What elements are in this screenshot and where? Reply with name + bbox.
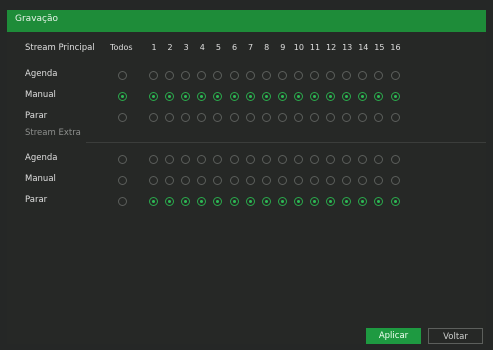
radio-agenda-ch9[interactable] [277,71,287,80]
radio-all-parar[interactable] [118,197,127,206]
radio-agenda-ch16[interactable] [390,71,400,80]
radio-agenda-ch7[interactable] [245,155,255,164]
radio-all-parar[interactable] [118,113,127,122]
radio-parar-ch11[interactable] [310,113,319,122]
channel-header-6: 6 [231,43,238,52]
radio-manual-ch6[interactable] [229,176,239,185]
radio-manual-ch1[interactable] [149,176,158,185]
channel-header-10: 10 [293,43,304,52]
radio-agenda-ch8[interactable] [261,155,271,164]
radio-manual-ch10[interactable] [293,92,303,101]
apply-button[interactable]: Aplicar [366,328,421,344]
radio-agenda-ch10[interactable] [293,71,303,80]
channel-header-15: 15 [374,43,385,52]
radio-manual-ch11[interactable] [310,176,319,185]
radio-agenda-ch11[interactable] [310,71,319,80]
channel-header-7: 7 [248,43,254,52]
radio-parar-ch10[interactable] [293,113,303,122]
radio-agenda-ch9[interactable] [277,155,287,164]
radio-agenda-ch8[interactable] [261,71,271,80]
radio-parar-ch1[interactable] [149,197,158,206]
radio-agenda-ch6[interactable] [229,155,239,164]
row-label-parar: Parar [25,111,48,121]
radio-agenda-ch1[interactable] [149,71,158,80]
channel-header-9: 9 [280,43,286,52]
main-stream-label: Stream Principal [25,43,95,53]
title-bar: Gravação [7,10,486,32]
channel-header-1: 1 [151,43,157,52]
radio-parar-ch8[interactable] [261,113,271,122]
row-label-manual: Manual [25,90,56,100]
channel-header-16: 16 [390,43,401,52]
radio-manual-ch8[interactable] [261,176,271,185]
radio-parar-ch9[interactable] [277,113,287,122]
radio-manual-ch7[interactable] [245,176,255,185]
radio-manual-ch16[interactable] [390,176,400,185]
radio-manual-ch1[interactable] [149,92,158,101]
radio-parar-ch6[interactable] [229,113,239,122]
radio-all-agenda[interactable] [118,155,127,164]
radio-all-agenda[interactable] [118,71,127,80]
window-title: Gravação [15,14,59,24]
radio-parar-ch11[interactable] [310,197,319,206]
channel-header-4: 4 [199,43,205,52]
radio-parar-ch1[interactable] [149,113,158,122]
radio-parar-ch7[interactable] [245,197,255,206]
back-button[interactable]: Voltar [428,328,483,344]
channel-header-2: 2 [167,43,173,52]
radio-manual-ch6[interactable] [229,92,239,101]
radio-parar-ch10[interactable] [293,197,303,206]
radio-manual-ch9[interactable] [277,92,287,101]
radio-parar-ch7[interactable] [245,113,255,122]
radio-agenda-ch10[interactable] [293,155,303,164]
channel-header-13: 13 [342,43,353,52]
radio-manual-ch8[interactable] [261,92,271,101]
section-divider [86,142,486,143]
radio-parar-ch6[interactable] [229,197,239,206]
channel-header-12: 12 [326,43,337,52]
row-label-parar: Parar [25,195,48,205]
row-label-agenda: Agenda [25,69,58,79]
channel-header-14: 14 [358,43,369,52]
radio-all-manual[interactable] [118,92,127,101]
radio-manual-ch16[interactable] [390,92,400,101]
channel-header-3: 3 [183,43,189,52]
radio-manual-ch11[interactable] [310,92,319,101]
radio-parar-ch16[interactable] [390,113,400,122]
channel-header-5: 5 [215,43,221,52]
radio-manual-ch9[interactable] [277,176,287,185]
extra-stream-label: Stream Extra [25,128,81,138]
row-label-manual: Manual [25,174,56,184]
radio-agenda-ch1[interactable] [149,155,158,164]
channel-header-8: 8 [264,43,270,52]
channel-header-11: 11 [309,43,321,52]
radio-all-manual[interactable] [118,176,127,185]
radio-agenda-ch11[interactable] [310,155,319,164]
radio-agenda-ch16[interactable] [390,155,400,164]
all-channels-header: Todos [110,43,133,52]
radio-parar-ch8[interactable] [261,197,271,206]
row-label-agenda: Agenda [25,153,58,163]
radio-parar-ch16[interactable] [390,197,400,206]
radio-agenda-ch7[interactable] [245,71,255,80]
radio-manual-ch7[interactable] [245,92,255,101]
radio-parar-ch9[interactable] [277,197,287,206]
radio-manual-ch10[interactable] [293,176,303,185]
radio-agenda-ch6[interactable] [229,71,239,80]
